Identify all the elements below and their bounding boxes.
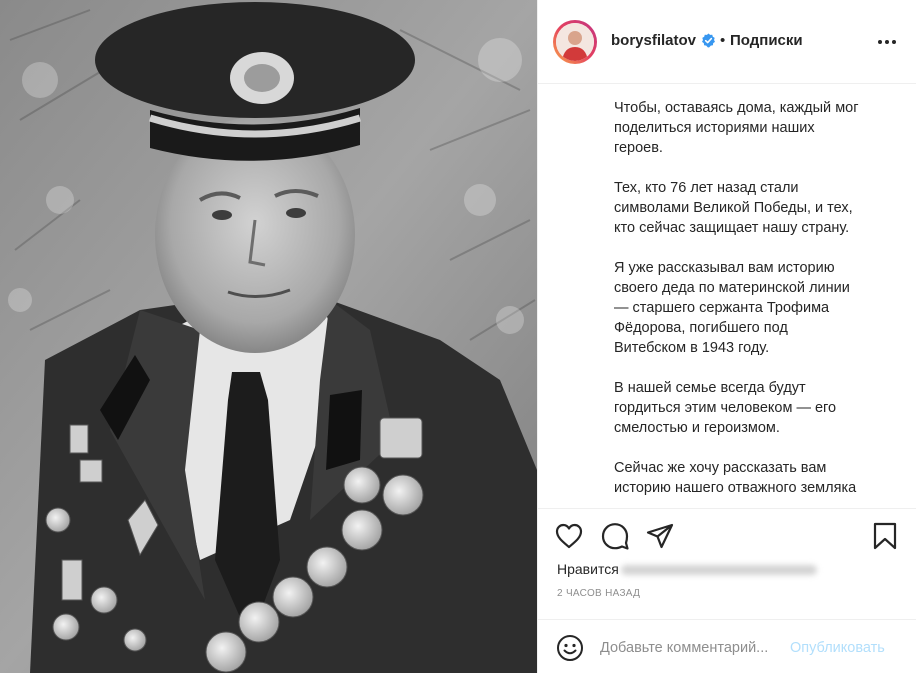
avatar[interactable] bbox=[553, 20, 597, 64]
comment-icon[interactable] bbox=[600, 521, 630, 551]
publish-button[interactable]: Опубликовать bbox=[790, 640, 885, 656]
verified-badge-icon bbox=[702, 33, 715, 48]
comment-form: Опубликовать bbox=[538, 619, 916, 676]
likes-label: Нравится bbox=[557, 561, 619, 577]
username[interactable]: borysfilatov bbox=[611, 32, 696, 49]
bookmark-icon[interactable] bbox=[870, 521, 900, 551]
post-header: borysfilatov • Подписки bbox=[538, 0, 916, 84]
post-actions: Нравится 2 ЧАСОВ НАЗАД Опубликовать bbox=[538, 508, 916, 678]
following-button[interactable]: Подписки bbox=[730, 32, 803, 49]
more-options-icon[interactable] bbox=[878, 33, 898, 51]
post-timestamp[interactable]: 2 ЧАСОВ НАЗАД bbox=[557, 588, 640, 599]
emoji-icon[interactable] bbox=[556, 634, 584, 662]
caption-paragraph: Сейчас же хочу рассказать вам историю на… bbox=[614, 460, 857, 496]
post-details-panel: borysfilatov • Подписки Чтобы, оставаясь… bbox=[537, 0, 916, 673]
comment-input[interactable] bbox=[600, 636, 800, 660]
heart-icon[interactable] bbox=[554, 521, 584, 551]
post-photo[interactable] bbox=[0, 0, 537, 673]
caption-paragraph: Чтобы, оставаясь дома, каждый мог подели… bbox=[614, 100, 859, 156]
caption-paragraph: Тех, кто 76 лет назад стали символами Ве… bbox=[614, 180, 853, 236]
likes-summary[interactable]: Нравится bbox=[557, 561, 817, 577]
caption-paragraph: Я уже рассказывал вам историю своего дед… bbox=[614, 260, 850, 356]
paper-plane-icon[interactable] bbox=[645, 521, 675, 551]
post-caption: Чтобы, оставаясь дома, каждый мог подели… bbox=[614, 98, 894, 508]
caption-paragraph: В нашей семье всегда будут гордиться эти… bbox=[614, 380, 837, 436]
header-separator: • bbox=[720, 32, 726, 49]
avatar-image bbox=[556, 23, 594, 61]
blurred-likers bbox=[620, 565, 817, 576]
veteran-portrait-image bbox=[0, 0, 537, 673]
